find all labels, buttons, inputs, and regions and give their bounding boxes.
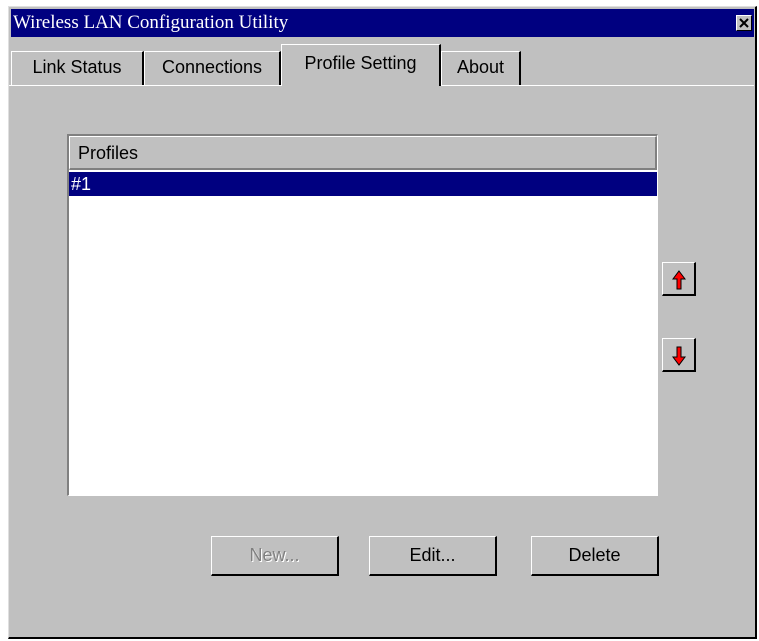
title-bar: Wireless LAN Configuration Utility bbox=[11, 9, 754, 37]
arrow-up-icon bbox=[672, 270, 686, 290]
profiles-list-body[interactable]: #1 bbox=[69, 170, 657, 495]
move-up-button[interactable] bbox=[662, 262, 696, 296]
arrow-down-icon bbox=[672, 346, 686, 366]
tab-strip: Link Status Connections Profile Setting … bbox=[9, 40, 754, 86]
close-button[interactable] bbox=[736, 15, 752, 31]
new-button[interactable]: New... bbox=[211, 536, 339, 576]
config-window: Wireless LAN Configuration Utility Link … bbox=[8, 6, 757, 639]
tab-connections[interactable]: Connections bbox=[144, 51, 281, 85]
profiles-list[interactable]: Profiles #1 bbox=[67, 134, 658, 496]
close-icon bbox=[739, 18, 749, 28]
tab-link-status[interactable]: Link Status bbox=[11, 51, 144, 85]
tab-about[interactable]: About bbox=[441, 51, 521, 85]
tab-profile-setting[interactable]: Profile Setting bbox=[281, 44, 441, 86]
profiles-column-header[interactable]: Profiles bbox=[69, 136, 657, 170]
edit-button[interactable]: Edit... bbox=[369, 536, 497, 576]
delete-button[interactable]: Delete bbox=[531, 536, 659, 576]
window-title: Wireless LAN Configuration Utility bbox=[13, 12, 289, 33]
move-down-button[interactable] bbox=[662, 338, 696, 372]
profile-item[interactable]: #1 bbox=[69, 172, 657, 196]
